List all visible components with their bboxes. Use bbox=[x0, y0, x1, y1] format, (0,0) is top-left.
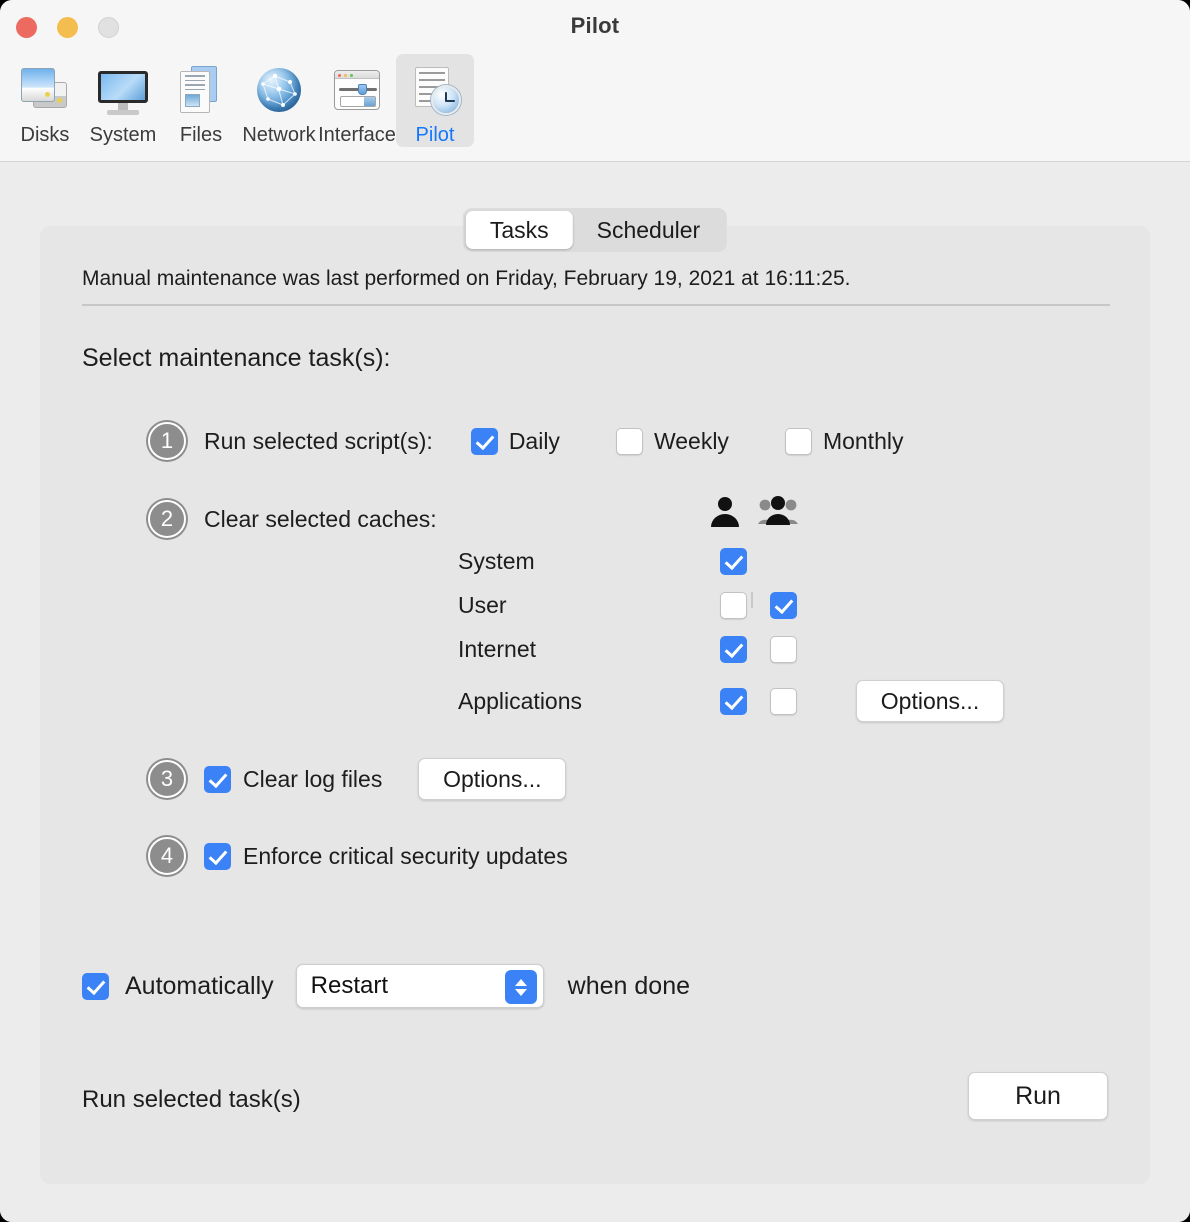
script-monthly-label: Monthly bbox=[823, 428, 904, 455]
toolbar: Disks System Files bbox=[0, 54, 1190, 162]
cache-label-system: System bbox=[458, 548, 720, 575]
applications-options-button[interactable]: Options... bbox=[856, 680, 1004, 722]
pilot-icon bbox=[405, 60, 465, 120]
when-done-label: when done bbox=[568, 972, 690, 1001]
run-tasks-label: Run selected task(s) bbox=[82, 1086, 301, 1114]
task-1-badge: 1 bbox=[148, 422, 186, 460]
section-title: Select maintenance task(s): bbox=[82, 344, 390, 373]
task-4-label: Enforce critical security updates bbox=[243, 843, 568, 870]
cache-row-applications: Applications Options... bbox=[458, 680, 1004, 722]
tab-scheduler[interactable]: Scheduler bbox=[573, 211, 725, 249]
task-1-label: Run selected script(s): bbox=[204, 428, 433, 455]
network-icon bbox=[249, 60, 309, 120]
pilot-window: Pilot Disks System bbox=[0, 0, 1190, 1222]
cache-row-internet: Internet bbox=[458, 636, 820, 663]
task-2-badge: 2 bbox=[148, 500, 186, 538]
clear-log-files-checkbox[interactable] bbox=[204, 766, 231, 793]
script-weekly-label: Weekly bbox=[654, 428, 729, 455]
interface-icon bbox=[327, 60, 387, 120]
toolbar-label-pilot: Pilot bbox=[416, 124, 455, 147]
log-files-options-button[interactable]: Options... bbox=[418, 758, 566, 800]
tab-tasks[interactable]: Tasks bbox=[466, 211, 573, 249]
toolbar-label-disks: Disks bbox=[21, 124, 70, 147]
cache-user-user-checkbox[interactable] bbox=[720, 592, 747, 619]
system-icon bbox=[93, 60, 153, 120]
task-4-badge: 4 bbox=[148, 837, 186, 875]
cache-applications-all-checkbox[interactable] bbox=[770, 688, 797, 715]
toolbar-item-pilot[interactable]: Pilot bbox=[396, 54, 474, 147]
toolbar-label-network: Network bbox=[242, 124, 315, 147]
people-group-icon bbox=[758, 494, 798, 533]
task-3-label: Clear log files bbox=[243, 766, 382, 793]
action-popup-button[interactable]: Restart bbox=[296, 964, 544, 1008]
tasks-panel: Tasks Scheduler Manual maintenance was l… bbox=[40, 226, 1150, 1184]
script-weekly-checkbox[interactable] bbox=[616, 428, 643, 455]
run-button[interactable]: Run bbox=[968, 1072, 1108, 1120]
toolbar-item-files[interactable]: Files bbox=[162, 54, 240, 147]
tab-segmented-control: Tasks Scheduler bbox=[463, 208, 727, 252]
cache-user-separator bbox=[751, 592, 753, 608]
toolbar-item-disks[interactable]: Disks bbox=[6, 54, 84, 147]
script-daily-option[interactable]: Daily bbox=[471, 428, 560, 455]
title-bar: Pilot bbox=[0, 0, 1190, 54]
action-popup-value: Restart bbox=[311, 972, 388, 1000]
person-icon bbox=[708, 494, 742, 533]
task-3-badge: 3 bbox=[148, 760, 186, 798]
task-1-row: 1 Run selected script(s): Daily Weekly M… bbox=[148, 422, 903, 460]
disks-icon bbox=[15, 60, 75, 120]
toolbar-label-system: System bbox=[90, 124, 157, 147]
cache-user-all-checkbox[interactable] bbox=[770, 592, 797, 619]
window-title: Pilot bbox=[0, 13, 1190, 39]
script-monthly-checkbox[interactable] bbox=[785, 428, 812, 455]
automatically-label: Automatically bbox=[125, 972, 274, 1001]
files-icon bbox=[171, 60, 231, 120]
script-monthly-option[interactable]: Monthly bbox=[785, 428, 904, 455]
toolbar-item-network[interactable]: Network bbox=[240, 54, 318, 147]
script-daily-label: Daily bbox=[509, 428, 560, 455]
enforce-security-updates-checkbox[interactable] bbox=[204, 843, 231, 870]
task-4-row: 4 Enforce critical security updates bbox=[148, 837, 568, 875]
chevron-up-down-icon bbox=[505, 970, 537, 1004]
cache-internet-all-checkbox[interactable] bbox=[770, 636, 797, 663]
task-2-label: Clear selected caches: bbox=[204, 506, 437, 533]
divider bbox=[82, 304, 1110, 306]
cache-system-user-checkbox[interactable] bbox=[720, 548, 747, 575]
toolbar-label-interface: Interface bbox=[318, 124, 396, 147]
cache-label-user: User bbox=[458, 592, 720, 619]
last-maintenance-status: Manual maintenance was last performed on… bbox=[82, 267, 851, 291]
cache-internet-user-checkbox[interactable] bbox=[720, 636, 747, 663]
content-area: Tasks Scheduler Manual maintenance was l… bbox=[0, 162, 1190, 1222]
script-weekly-option[interactable]: Weekly bbox=[616, 428, 729, 455]
automatic-action-row: Automatically Restart when done bbox=[82, 964, 690, 1008]
cache-label-internet: Internet bbox=[458, 636, 720, 663]
toolbar-label-files: Files bbox=[180, 124, 222, 147]
toolbar-item-interface[interactable]: Interface bbox=[318, 54, 396, 147]
cache-label-applications: Applications bbox=[458, 688, 720, 715]
script-daily-checkbox[interactable] bbox=[471, 428, 498, 455]
cache-row-user: User bbox=[458, 592, 820, 619]
task-2-row: 2 Clear selected caches: bbox=[148, 500, 437, 538]
cache-row-system: System bbox=[458, 548, 820, 575]
toolbar-item-system[interactable]: System bbox=[84, 54, 162, 147]
cache-applications-user-checkbox[interactable] bbox=[720, 688, 747, 715]
task-3-row: 3 Clear log files Options... bbox=[148, 758, 566, 800]
automatically-checkbox[interactable] bbox=[82, 973, 109, 1000]
